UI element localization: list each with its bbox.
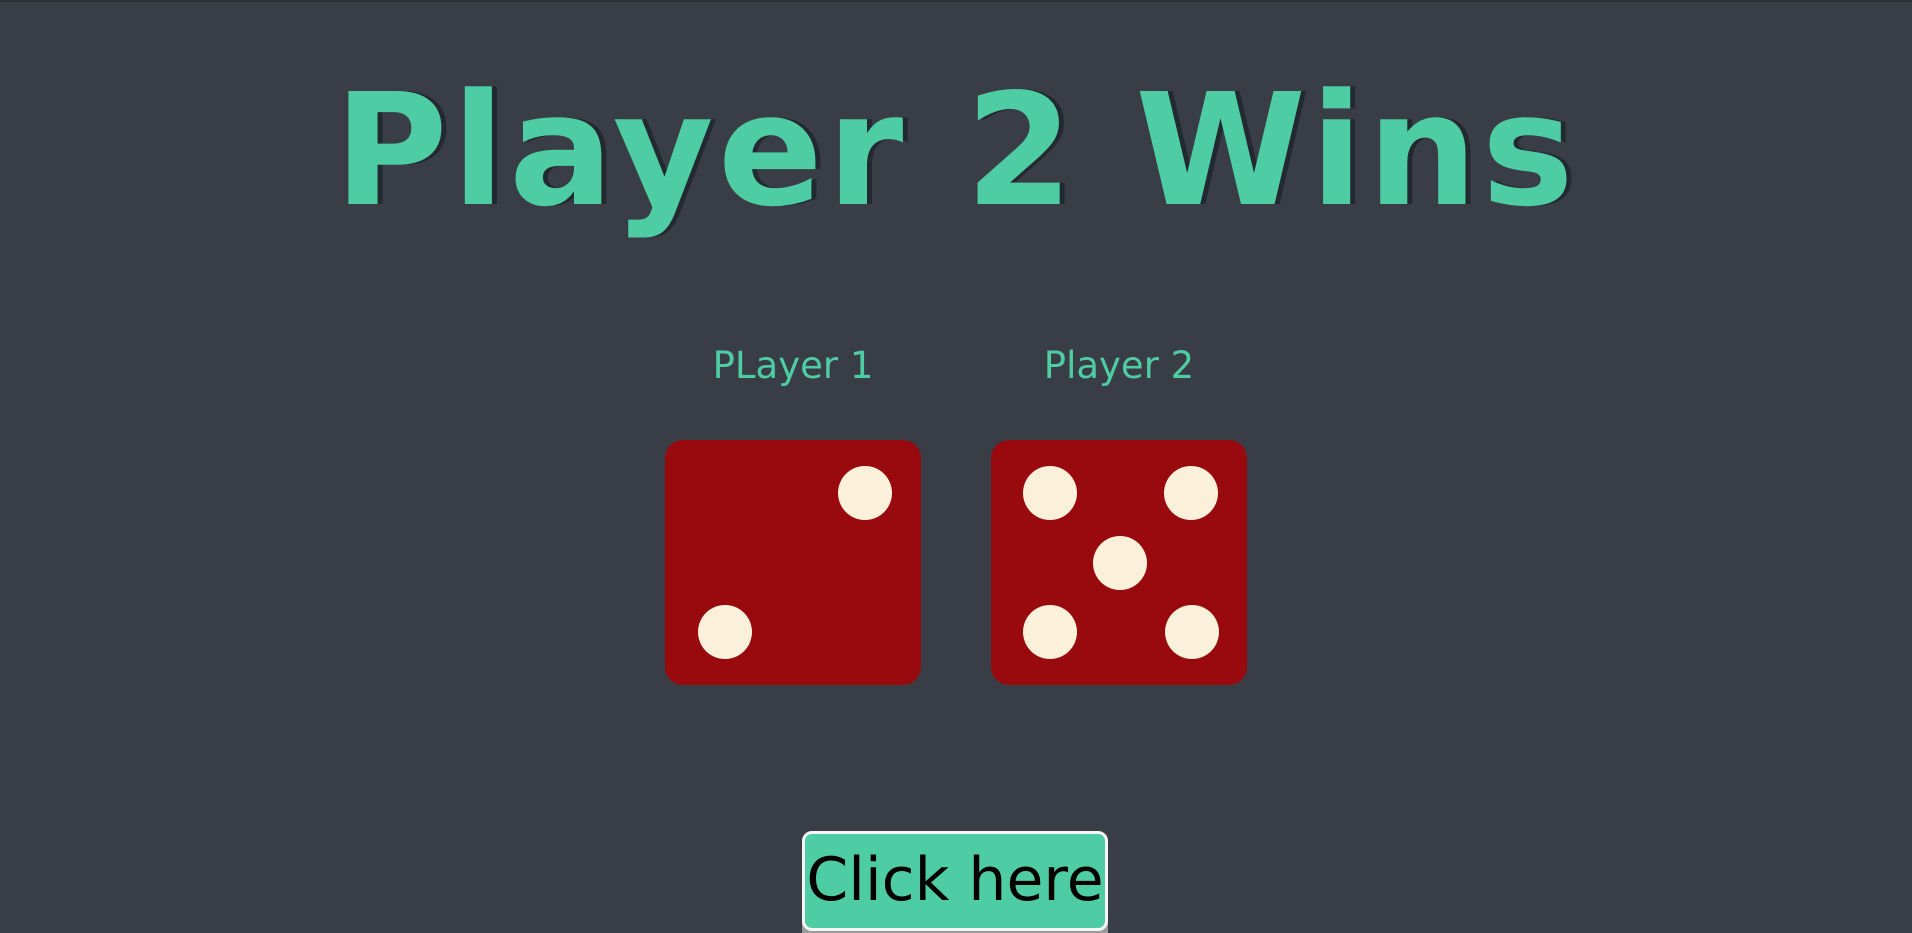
die-pip-icon xyxy=(1165,605,1219,659)
die-pip-icon xyxy=(1023,466,1077,520)
top-border xyxy=(0,0,1912,2)
player-2-label: Player 2 xyxy=(1043,344,1195,387)
die-pip-icon xyxy=(1164,466,1218,520)
player-1-die xyxy=(665,440,921,685)
player-1-label: PLayer 1 xyxy=(712,344,874,387)
roll-button[interactable]: Click here xyxy=(802,831,1108,931)
result-title: Player 2 Wins xyxy=(334,60,1578,241)
die-pip-icon xyxy=(838,466,892,520)
die-pip-icon xyxy=(1093,536,1147,590)
player-2-die xyxy=(991,440,1247,685)
die-pip-icon xyxy=(698,605,752,659)
die-pip-icon xyxy=(1023,605,1077,659)
